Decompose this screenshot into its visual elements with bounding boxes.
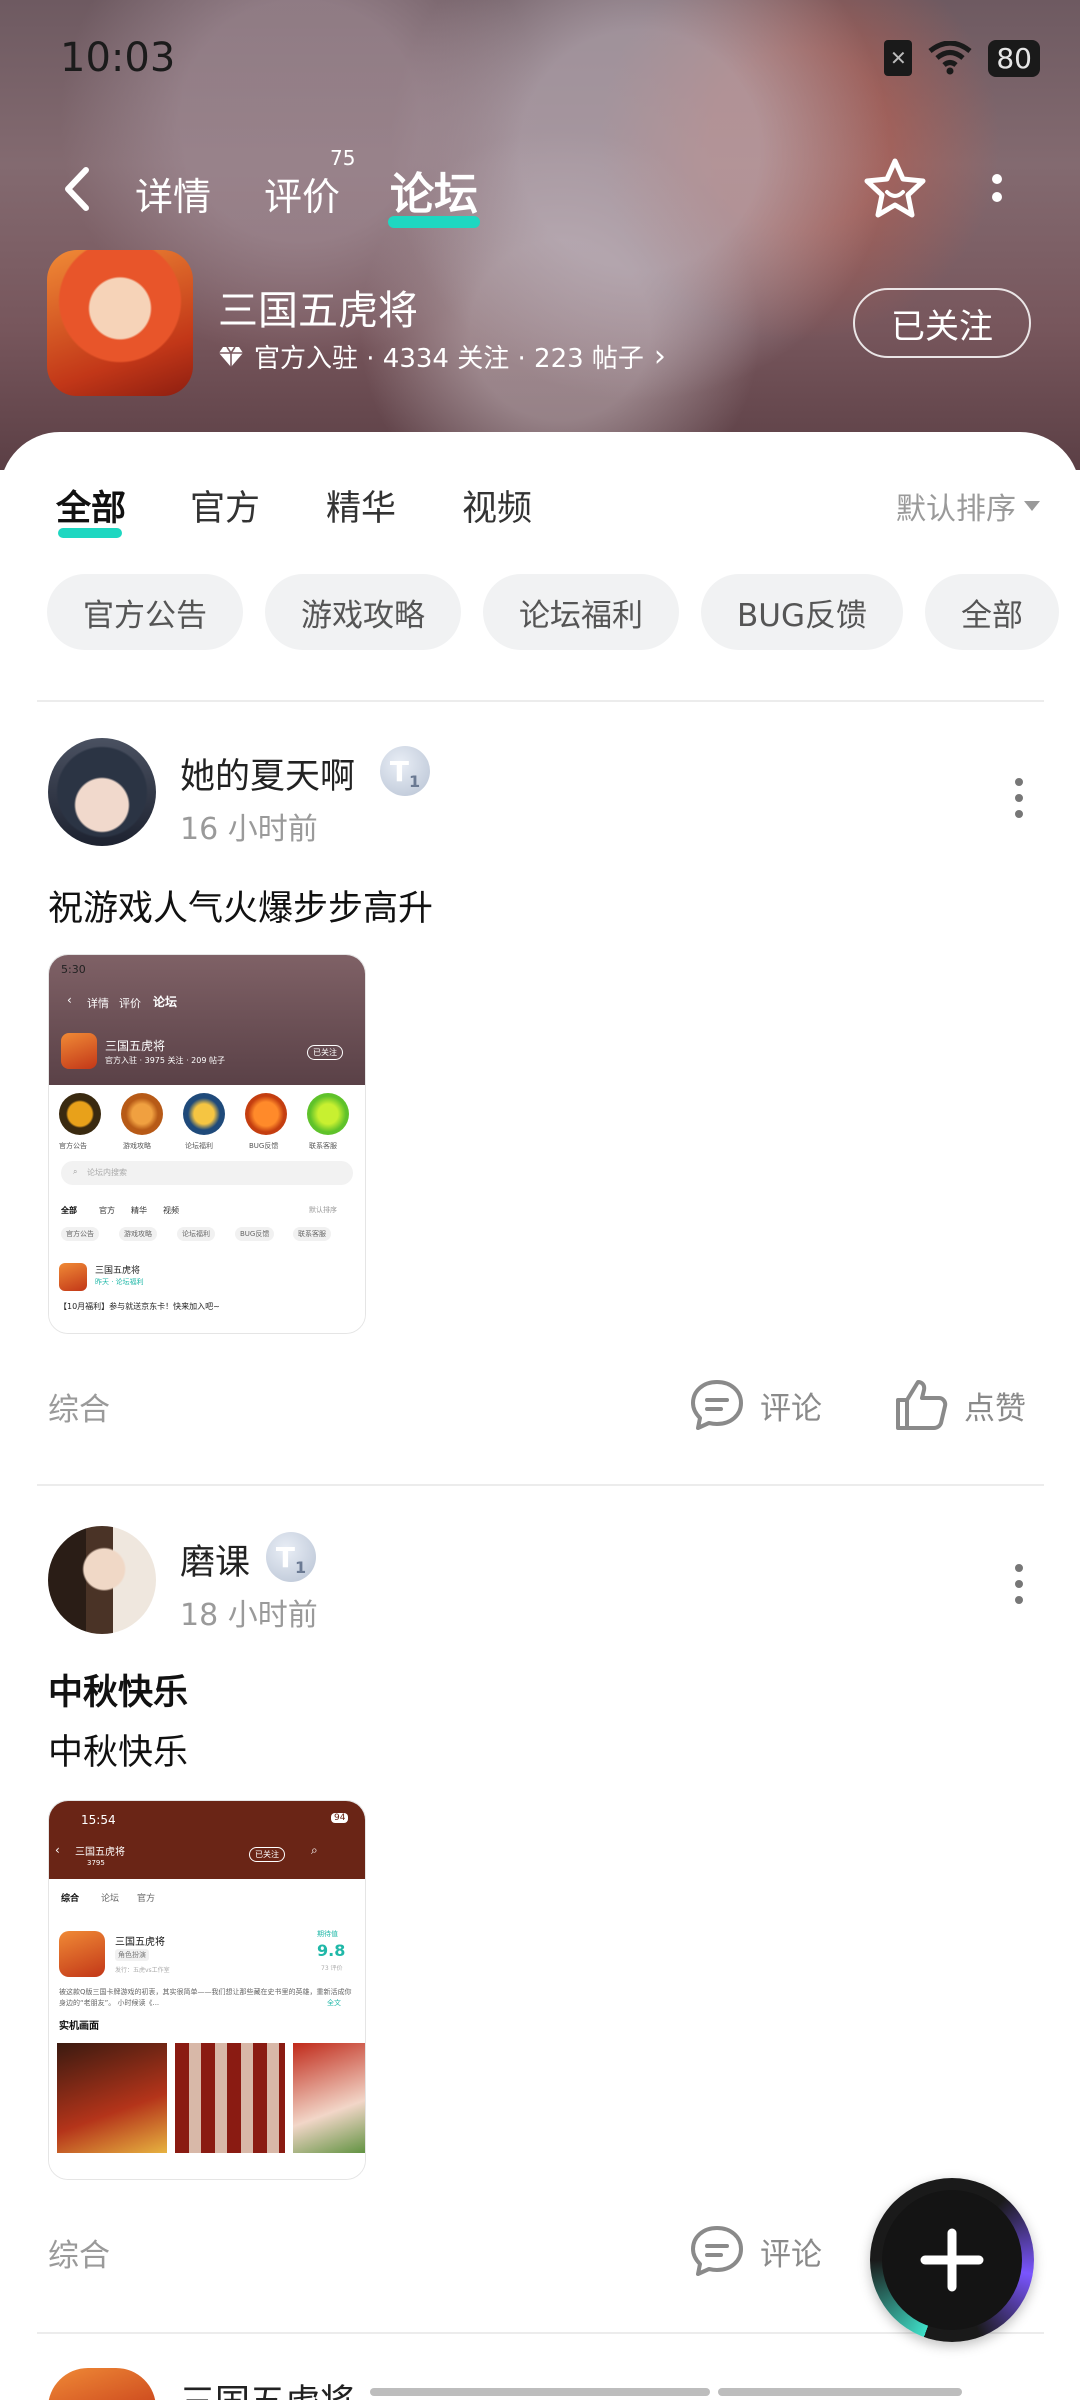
header-banner: 10:03 ✕ 80 详情 评价 75 论坛 三国五虎将 官方入驻 · 4334… (0, 0, 1080, 470)
comment-label: 评论 (760, 1390, 822, 1427)
filter-tabs: 全部 官方 精华 视频 默认排序 (0, 480, 1080, 540)
post-time: 18 小时前 (180, 1598, 318, 1633)
filter-tab-indicator (58, 528, 122, 538)
post-username[interactable]: 三国五虎将 (180, 2374, 355, 2400)
chip-announcement[interactable]: 官方公告 (47, 574, 243, 650)
tab-detail[interactable]: 详情 (135, 166, 211, 221)
thumbs-up-icon (896, 1380, 948, 1430)
app-name: 三国五虎将 (218, 288, 418, 334)
skeleton-bar (718, 2388, 962, 2396)
wifi-icon (928, 41, 972, 75)
diamond-icon (219, 346, 243, 367)
filter-tab-video[interactable]: 视频 (462, 480, 532, 531)
post-time: 16 小时前 (180, 812, 318, 847)
top-nav: 详情 评价 75 论坛 (0, 146, 1080, 230)
post-username[interactable]: 磨课 (180, 1534, 250, 1585)
post-more-icon[interactable] (1013, 1564, 1025, 1604)
filter-tab-essence[interactable]: 精华 (326, 480, 396, 531)
tab-forum[interactable]: 论坛 (390, 158, 478, 222)
follow-button[interactable]: 已关注 (853, 288, 1031, 358)
level-badge: T1 (266, 1532, 316, 1582)
filter-tab-official[interactable]: 官方 (190, 480, 260, 531)
comment-button[interactable]: 评论 (688, 1376, 822, 1434)
divider (37, 1484, 1044, 1486)
favorite-star-icon[interactable] (862, 156, 928, 222)
back-arrow-icon[interactable] (58, 164, 98, 214)
app-stats: 官方入驻 · 4334 关注 · 223 帖子 (254, 344, 644, 374)
post-image[interactable]: 15:54 94 ‹ 三国五虎将 3795 已关注 ⌕ 综合 论坛 官方 三国五… (48, 1800, 366, 2180)
sim-icon: ✕ (884, 40, 913, 76)
app-meta[interactable]: 官方入驻 · 4334 关注 · 223 帖子 › (218, 338, 666, 375)
more-menu-icon[interactable] (990, 170, 1004, 214)
divider (37, 700, 1044, 702)
status-bar: 10:03 ✕ 80 (60, 30, 1040, 86)
app-icon (47, 250, 193, 396)
like-button[interactable]: 点赞 (892, 1376, 1026, 1434)
comment-label: 评论 (760, 2236, 822, 2273)
post-image[interactable]: 5:30 ‹ 详情 评价 论坛 三国五虎将 官方入驻 · 3975 关注 · 2… (48, 954, 366, 1334)
post-username[interactable]: 她的夏天啊 (180, 748, 355, 799)
sort-dropdown[interactable]: 默认排序 (896, 484, 1040, 528)
post-title[interactable]: 祝游戏人气火爆步步高升 (48, 880, 433, 931)
level-badge: T1 (380, 746, 430, 796)
chevron-right-icon: › (653, 339, 666, 374)
comment-icon (691, 1380, 743, 1430)
battery-indicator: 80 (988, 39, 1040, 77)
like-label: 点赞 (964, 1390, 1026, 1427)
sort-label: 默认排序 (896, 492, 1016, 527)
tab-review[interactable]: 评价 (264, 166, 340, 221)
post-footer: 综合 评论 点赞 (0, 1376, 1080, 1436)
post-category-tag[interactable]: 综合 (48, 1384, 110, 1429)
post-body[interactable]: 中秋快乐 (48, 1724, 188, 1775)
filter-tab-all[interactable]: 全部 (56, 480, 126, 531)
comment-icon (691, 2226, 743, 2276)
avatar[interactable] (48, 1526, 156, 1634)
review-count-badge: 75 (330, 146, 356, 170)
post-title[interactable]: 中秋快乐 (48, 1664, 188, 1715)
plus-icon (920, 2228, 984, 2292)
create-post-button[interactable] (870, 2178, 1034, 2342)
category-chips: 官方公告 游戏攻略 论坛福利 BUG反馈 全部 (47, 574, 1059, 650)
divider (37, 2332, 1044, 2334)
chip-strategy[interactable]: 游戏攻略 (265, 574, 461, 650)
skeleton-bar (370, 2388, 710, 2396)
post-more-icon[interactable] (1013, 778, 1025, 818)
chip-welfare[interactable]: 论坛福利 (483, 574, 679, 650)
post-category-tag[interactable]: 综合 (48, 2230, 110, 2275)
chip-bug-report[interactable]: BUG反馈 (701, 574, 903, 650)
status-time: 10:03 (60, 35, 176, 81)
comment-button[interactable]: 评论 (688, 2222, 822, 2280)
caret-down-icon (1024, 501, 1040, 511)
chip-all[interactable]: 全部 (924, 574, 1059, 650)
avatar[interactable] (48, 738, 156, 846)
